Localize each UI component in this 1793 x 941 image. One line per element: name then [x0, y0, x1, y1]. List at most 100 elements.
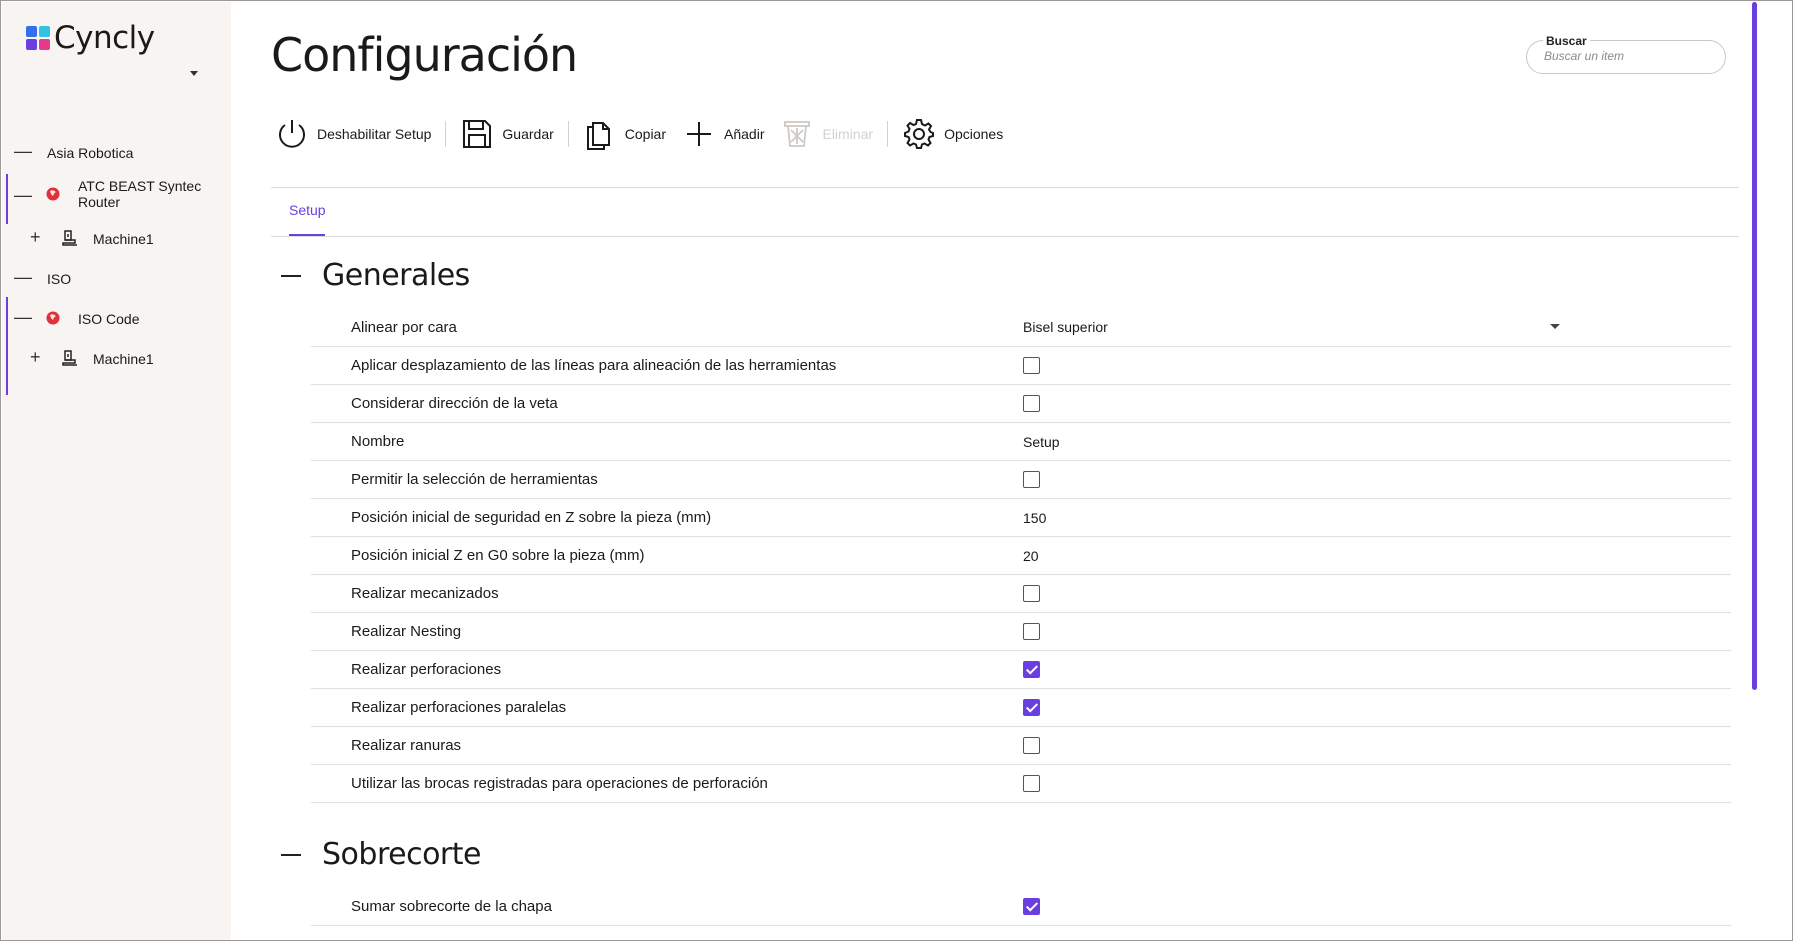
brand-circle-icon — [46, 187, 60, 204]
setting-label: Posición inicial de seguridad en Z sobre… — [351, 509, 712, 526]
toolbar-divider — [445, 121, 447, 147]
setting-checkbox[interactable] — [1023, 585, 1040, 602]
workspace-dropdown-caret-icon[interactable] — [190, 71, 198, 76]
machine-tree: — Asia Robotica — ATC BEAST Syntec Route… — [2, 132, 231, 378]
add-button[interactable]: Añadir — [682, 115, 764, 153]
collapse-icon[interactable]: — — [14, 268, 32, 286]
tree-item-iso[interactable]: — ISO — [2, 258, 231, 298]
options-button[interactable]: Opciones — [902, 115, 1003, 153]
machine-icon — [62, 350, 78, 369]
section-title: Sobrecorte — [322, 837, 481, 872]
tree-item-machine1[interactable]: + Machine1 — [2, 218, 231, 258]
save-label: Guardar — [502, 126, 554, 142]
search-label: Buscar — [1543, 34, 1590, 48]
setting-checkbox[interactable] — [1023, 357, 1040, 374]
setting-label: Realizar mecanizados — [351, 585, 499, 602]
chevron-down-icon[interactable] — [1550, 324, 1560, 329]
setting-checkbox[interactable] — [1023, 623, 1040, 640]
disable-setup-button[interactable]: Deshabilitar Setup — [275, 115, 431, 153]
g0-z-field[interactable]: 20 — [1023, 548, 1039, 564]
setting-checkbox[interactable] — [1023, 737, 1040, 754]
setting-checkbox[interactable] — [1023, 395, 1040, 412]
plus-icon — [682, 117, 716, 151]
settings-list-sobrecorte: Sumar sobrecorte de la chapa — [311, 888, 1731, 926]
tab-setup[interactable]: Setup — [289, 202, 326, 218]
toolbar-divider — [887, 121, 889, 147]
setting-checkbox[interactable] — [1023, 471, 1040, 488]
setting-checkbox[interactable] — [1023, 898, 1040, 915]
add-label: Añadir — [724, 126, 765, 142]
setting-row: Sumar sobrecorte de la chapa — [311, 888, 1731, 926]
settings-list-generales: Alinear por cara Bisel superior Aplicar … — [311, 309, 1731, 803]
tree-item-label: ISO Code — [78, 311, 140, 327]
setting-checkbox[interactable] — [1023, 661, 1040, 678]
tree-item-label: Asia Robotica — [47, 145, 134, 161]
collapse-icon[interactable] — [281, 853, 301, 856]
expand-icon[interactable]: + — [30, 228, 41, 246]
options-label: Opciones — [944, 126, 1004, 142]
copy-icon — [583, 117, 617, 151]
setting-checkbox[interactable] — [1023, 699, 1040, 716]
setting-label: Realizar Nesting — [351, 623, 462, 640]
collapse-icon[interactable]: — — [14, 142, 32, 160]
collapse-icon[interactable] — [281, 274, 301, 277]
main-content: Configuración Buscar Deshabilitar Setup … — [231, 2, 1792, 940]
align-face-select[interactable]: Bisel superior — [1023, 319, 1108, 335]
logo: Cyncly — [26, 20, 155, 56]
name-field[interactable]: Setup — [1023, 434, 1060, 450]
copy-button[interactable]: Copiar — [583, 115, 666, 153]
setting-row: Realizar perforaciones — [311, 651, 1731, 689]
divider — [271, 236, 1739, 237]
search-box[interactable]: Buscar — [1526, 34, 1726, 74]
power-icon — [275, 117, 309, 151]
setting-row: Realizar Nesting — [311, 613, 1731, 651]
save-icon — [460, 117, 494, 151]
setting-label: Considerar dirección de la veta — [351, 395, 558, 412]
section-header-sobrecorte[interactable]: Sobrecorte — [281, 837, 481, 872]
disable-setup-label: Deshabilitar Setup — [317, 126, 432, 142]
setting-row: Posición inicial de seguridad en Z sobre… — [311, 499, 1731, 537]
tree-item-machine1[interactable]: + Machine1 — [2, 338, 231, 378]
scrollbar-thumb[interactable] — [1752, 2, 1757, 690]
setting-row: Realizar ranuras — [311, 727, 1731, 765]
expand-icon[interactable]: + — [30, 348, 41, 366]
save-button[interactable]: Guardar — [460, 115, 554, 153]
setting-label: Nombre — [351, 433, 405, 450]
setting-label: Realizar perforaciones paralelas — [351, 699, 567, 716]
setting-label: Sumar sobrecorte de la chapa — [351, 898, 552, 915]
tree-item-asia-robotica[interactable]: — Asia Robotica — [2, 132, 231, 172]
setting-checkbox[interactable] — [1023, 775, 1040, 792]
page-title: Configuración — [271, 28, 578, 82]
section-header-generales[interactable]: Generales — [281, 258, 470, 293]
app-window: Cyncly — Asia Robotica — ATC BEAST Synte… — [0, 0, 1793, 941]
setting-row: Utilizar las brocas registradas para ope… — [311, 765, 1731, 803]
divider — [271, 187, 1739, 188]
brand-name: Cyncly — [54, 20, 155, 56]
copy-label: Copiar — [624, 126, 667, 142]
setting-label: Alinear por cara — [351, 319, 457, 336]
setting-row: Realizar perforaciones paralelas — [311, 689, 1731, 727]
tree-item-label: ATC BEAST Syntec Router — [78, 178, 202, 210]
setting-row: Considerar dirección de la veta — [311, 385, 1731, 423]
setting-row-nombre: Nombre Setup — [311, 423, 1731, 461]
tree-item-label: ISO — [47, 271, 72, 287]
safety-z-field[interactable]: 150 — [1023, 510, 1046, 526]
collapse-icon[interactable]: — — [14, 308, 32, 326]
section-title: Generales — [322, 258, 470, 293]
tree-item-iso-code[interactable]: — ISO Code — [2, 298, 231, 338]
search-input[interactable] — [1544, 49, 1714, 63]
delete-button[interactable]: Eliminar — [780, 115, 873, 153]
setting-label: Aplicar desplazamiento de las líneas par… — [351, 357, 837, 374]
setting-row: Realizar mecanizados — [311, 575, 1731, 613]
collapse-icon[interactable]: — — [14, 186, 32, 204]
setting-label: Utilizar las brocas registradas para ope… — [351, 775, 768, 792]
toolbar: Deshabilitar Setup Guardar Copiar Añadir… — [275, 115, 1003, 153]
setting-row: Posición inicial Z en G0 sobre la pieza … — [311, 537, 1731, 575]
setting-label: Realizar perforaciones — [351, 661, 502, 678]
brand-circle-icon — [46, 311, 60, 328]
cyncly-logo-icon — [26, 26, 50, 50]
tree-item-atc-beast[interactable]: — ATC BEAST Syntec Router — [2, 172, 231, 218]
setting-row: Aplicar desplazamiento de las líneas par… — [311, 347, 1731, 385]
trash-icon — [780, 117, 814, 151]
setting-label: Realizar ranuras — [351, 737, 462, 754]
